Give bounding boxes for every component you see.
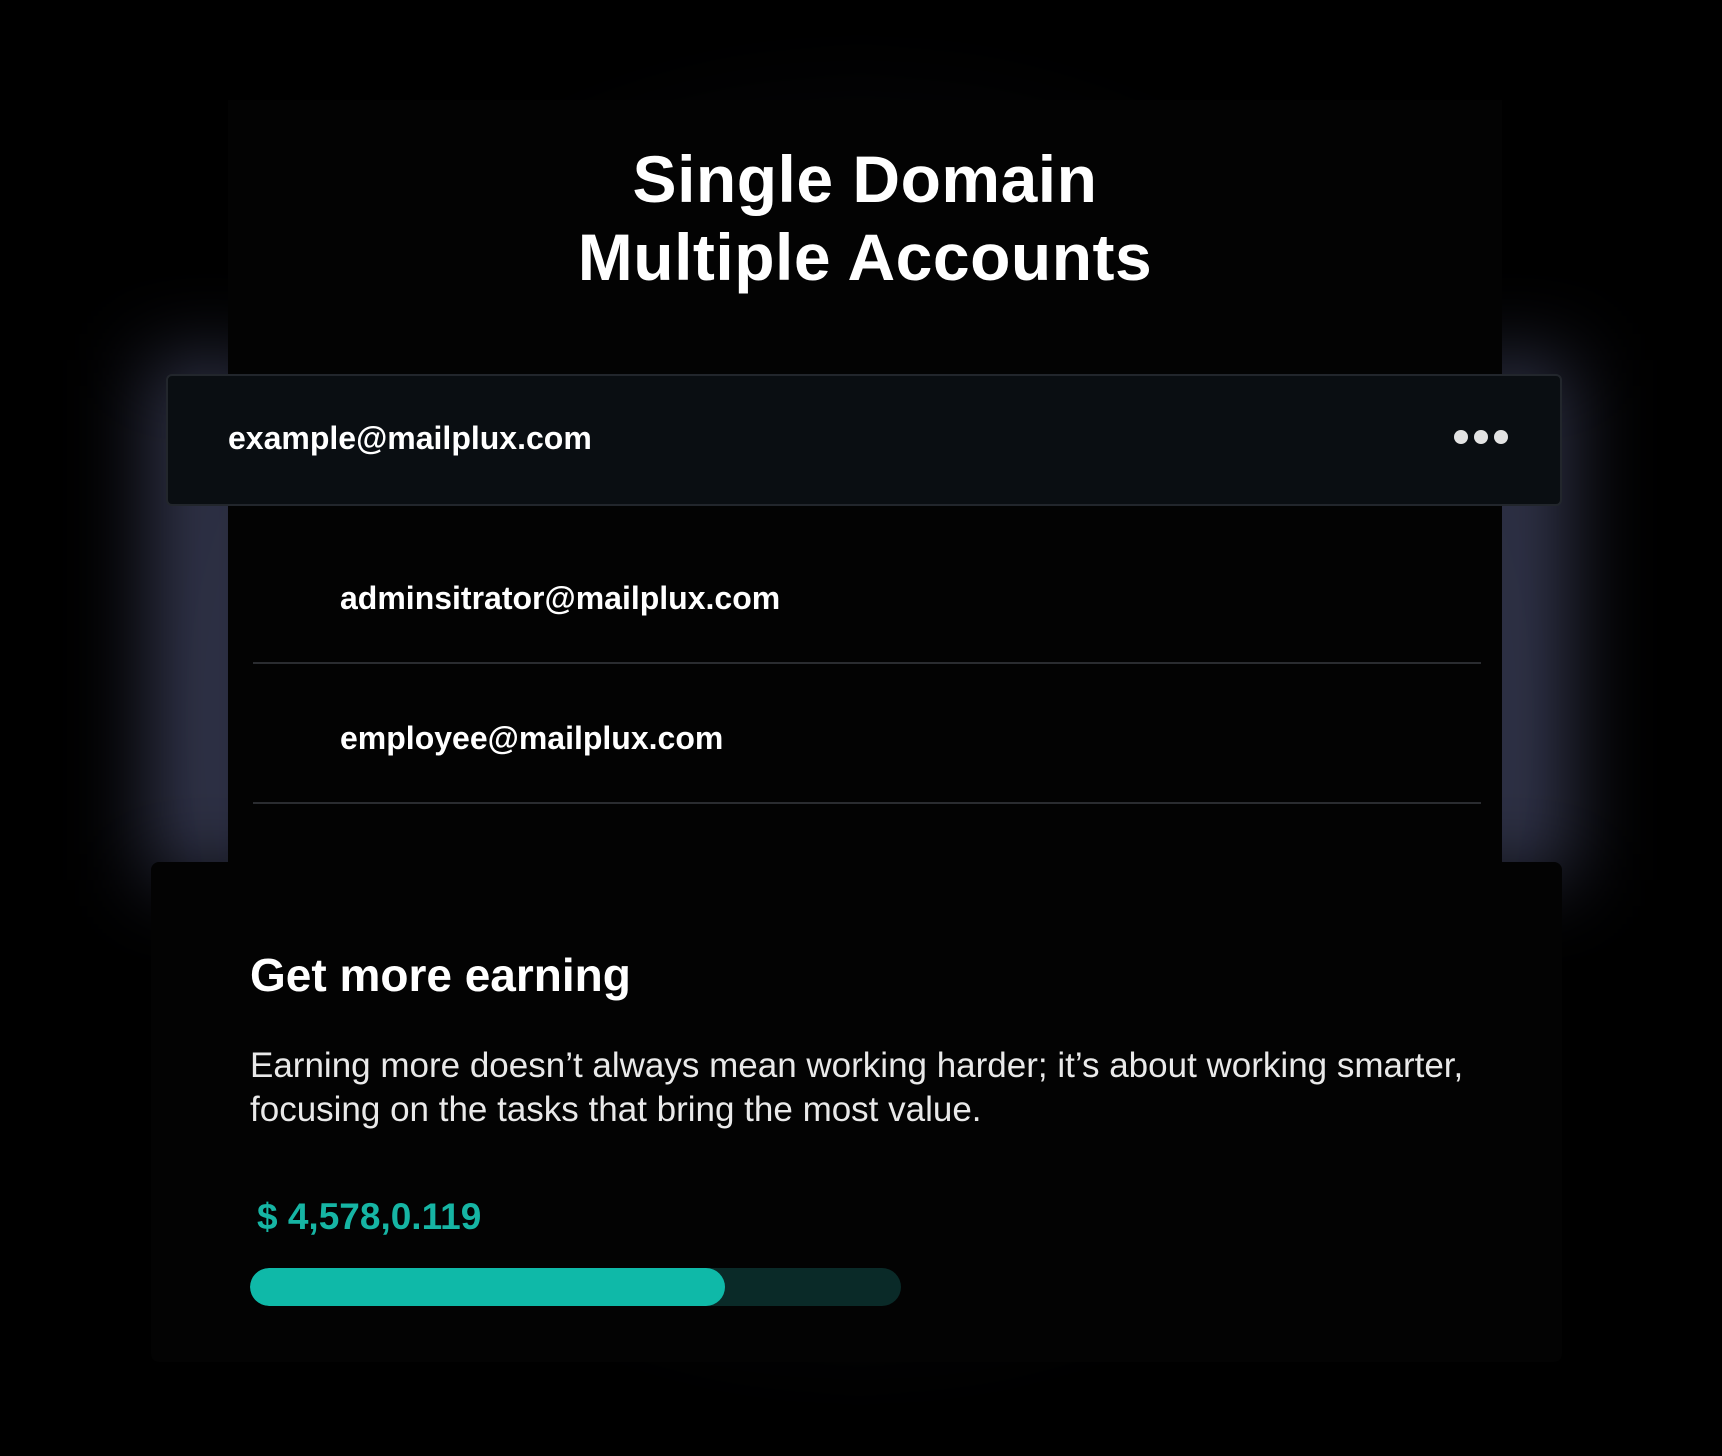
dot (1474, 430, 1488, 444)
account-list-item[interactable]: employee@mailplux.com (253, 664, 1481, 804)
dot (1494, 430, 1508, 444)
title-line-1: Single Domain (632, 142, 1098, 216)
title-line-2: Multiple Accounts (577, 220, 1153, 294)
earning-description: Earning more doesn’t always mean working… (250, 1046, 1464, 1129)
selected-account-email: example@mailplux.com (228, 420, 592, 456)
earning-card: Get more earning Earning more doesn’t al… (151, 862, 1562, 1362)
earning-amount: $ 4,578,0.119 (257, 1196, 482, 1237)
account-email: employee@mailplux.com (340, 720, 724, 756)
selected-account-card[interactable]: example@mailplux.com (166, 374, 1562, 506)
earning-title: Get more earning (250, 949, 631, 1001)
page-title: Single Domain Multiple Accounts (228, 140, 1502, 296)
more-horizontal-icon[interactable] (1454, 430, 1508, 444)
account-email: adminsitrator@mailplux.com (340, 580, 781, 616)
earning-progress-fill (250, 1268, 726, 1306)
dot (1454, 430, 1468, 444)
account-list-item[interactable]: adminsitrator@mailplux.com (253, 524, 1481, 664)
earning-progress-bar (250, 1268, 901, 1306)
